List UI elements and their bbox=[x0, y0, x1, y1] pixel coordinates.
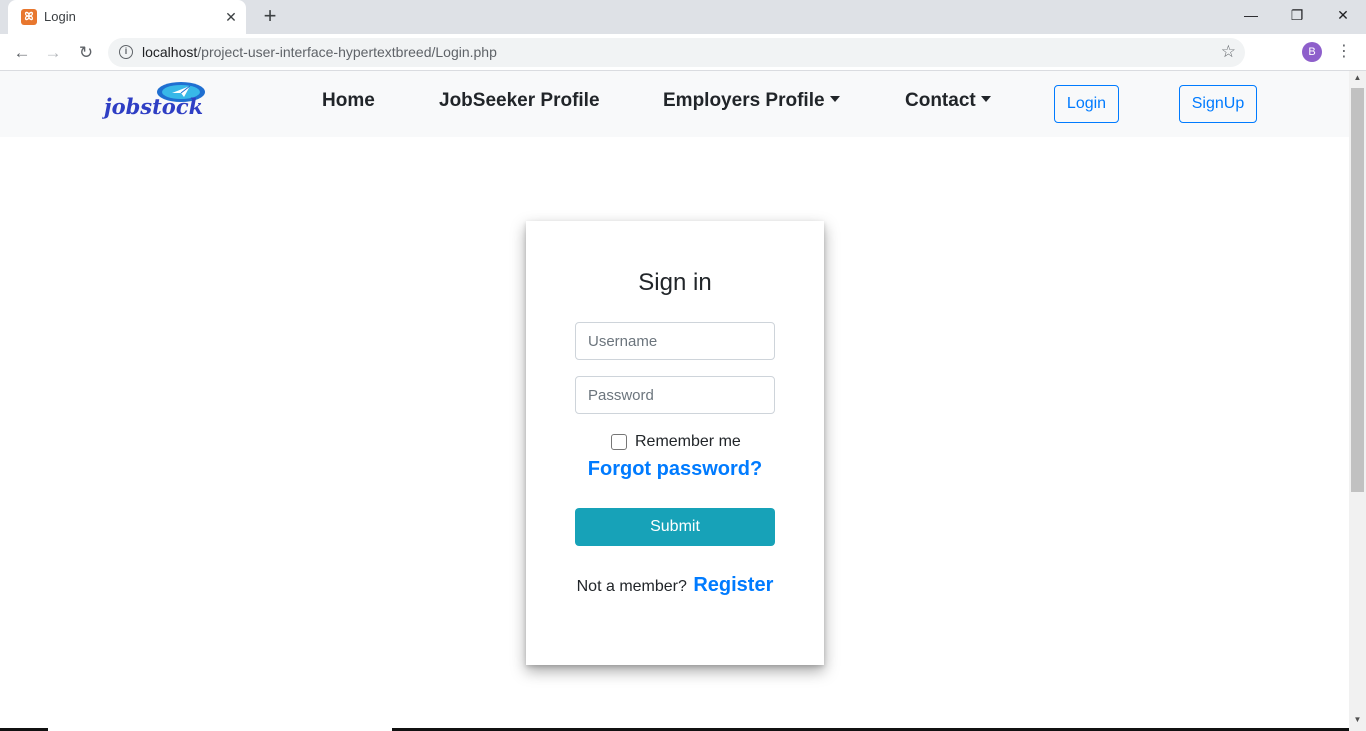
nav-employers-label: Employers Profile bbox=[663, 90, 825, 111]
scroll-thumb[interactable] bbox=[1351, 88, 1364, 492]
tab-title: Login bbox=[44, 9, 76, 24]
jobstock-logo[interactable]: jobstock bbox=[102, 81, 240, 121]
not-member-text: Not a member? bbox=[576, 578, 687, 595]
browser-tab[interactable]: ꕤ Login ✕ bbox=[8, 0, 246, 34]
nav-home[interactable]: Home bbox=[322, 90, 375, 112]
browser-toolbar: ← → ↻ i localhost/project-user-interface… bbox=[0, 34, 1366, 71]
logo-text: jobstock bbox=[102, 94, 203, 119]
restore-icon[interactable]: ❐ bbox=[1274, 2, 1320, 30]
register-link[interactable]: Register bbox=[693, 574, 773, 596]
username-input[interactable] bbox=[575, 322, 775, 360]
page-scrollbar[interactable]: ▲ ▼ bbox=[1349, 71, 1366, 731]
site-navbar: jobstock Home JobSeeker Profile Employer… bbox=[0, 71, 1349, 137]
address-bar[interactable]: i localhost/project-user-interface-hyper… bbox=[108, 38, 1245, 67]
submit-button[interactable]: Submit bbox=[575, 508, 775, 546]
password-input[interactable] bbox=[575, 376, 775, 414]
forgot-password-link[interactable]: Forgot password? bbox=[526, 458, 824, 481]
url-host: localhost bbox=[142, 44, 198, 60]
page-viewport: jobstock Home JobSeeker Profile Employer… bbox=[0, 71, 1349, 731]
signup-button[interactable]: SignUp bbox=[1179, 85, 1257, 123]
url-path: /project-user-interface-hypertextbreed/L… bbox=[197, 44, 497, 60]
forgot-password-label[interactable]: Forgot password? bbox=[588, 458, 762, 480]
forward-arrow-icon[interactable]: → bbox=[40, 40, 66, 66]
signin-title: Sign in bbox=[638, 269, 712, 296]
nav-jobseeker-label: JobSeeker Profile bbox=[439, 90, 600, 111]
register-prompt: Not a member? Register bbox=[526, 574, 824, 597]
nav-jobseeker-profile[interactable]: JobSeeker Profile bbox=[439, 90, 600, 112]
bookmark-star-icon[interactable]: ☆ bbox=[1221, 42, 1236, 62]
nav-employers-profile-dropdown[interactable]: Employers Profile bbox=[663, 90, 840, 112]
window-close-icon[interactable]: ✕ bbox=[1320, 2, 1366, 30]
url-text[interactable]: localhost/project-user-interface-hyperte… bbox=[142, 44, 497, 60]
remember-me-checkbox[interactable] bbox=[611, 434, 627, 450]
nav-contact-dropdown[interactable]: Contact bbox=[905, 90, 991, 112]
caret-down-icon bbox=[980, 96, 991, 102]
minimize-icon[interactable]: — bbox=[1228, 2, 1274, 30]
info-icon[interactable]: i bbox=[119, 45, 133, 59]
nav-home-label: Home bbox=[322, 90, 375, 111]
xampp-icon: ꕤ bbox=[21, 9, 37, 25]
back-arrow-icon[interactable]: ← bbox=[9, 40, 35, 66]
remember-me-label[interactable]: Remember me bbox=[635, 433, 741, 451]
scroll-down-arrow-icon[interactable]: ▼ bbox=[1349, 715, 1366, 729]
nav-contact-label: Contact bbox=[905, 90, 976, 111]
more-menu-icon[interactable]: ⋮ bbox=[1335, 41, 1353, 63]
browser-tabstrip: ꕤ Login ✕ + — ❐ ✕ bbox=[0, 0, 1366, 34]
signin-card: Sign in Remember me Forgot password? Sub… bbox=[526, 221, 824, 665]
login-button[interactable]: Login bbox=[1054, 85, 1119, 123]
close-tab-icon[interactable]: ✕ bbox=[222, 8, 240, 26]
profile-avatar[interactable]: B bbox=[1302, 42, 1322, 62]
caret-down-icon bbox=[829, 96, 840, 102]
new-tab-icon[interactable]: + bbox=[258, 5, 282, 29]
reload-icon[interactable]: ↻ bbox=[73, 40, 99, 66]
scroll-up-arrow-icon[interactable]: ▲ bbox=[1349, 73, 1366, 87]
